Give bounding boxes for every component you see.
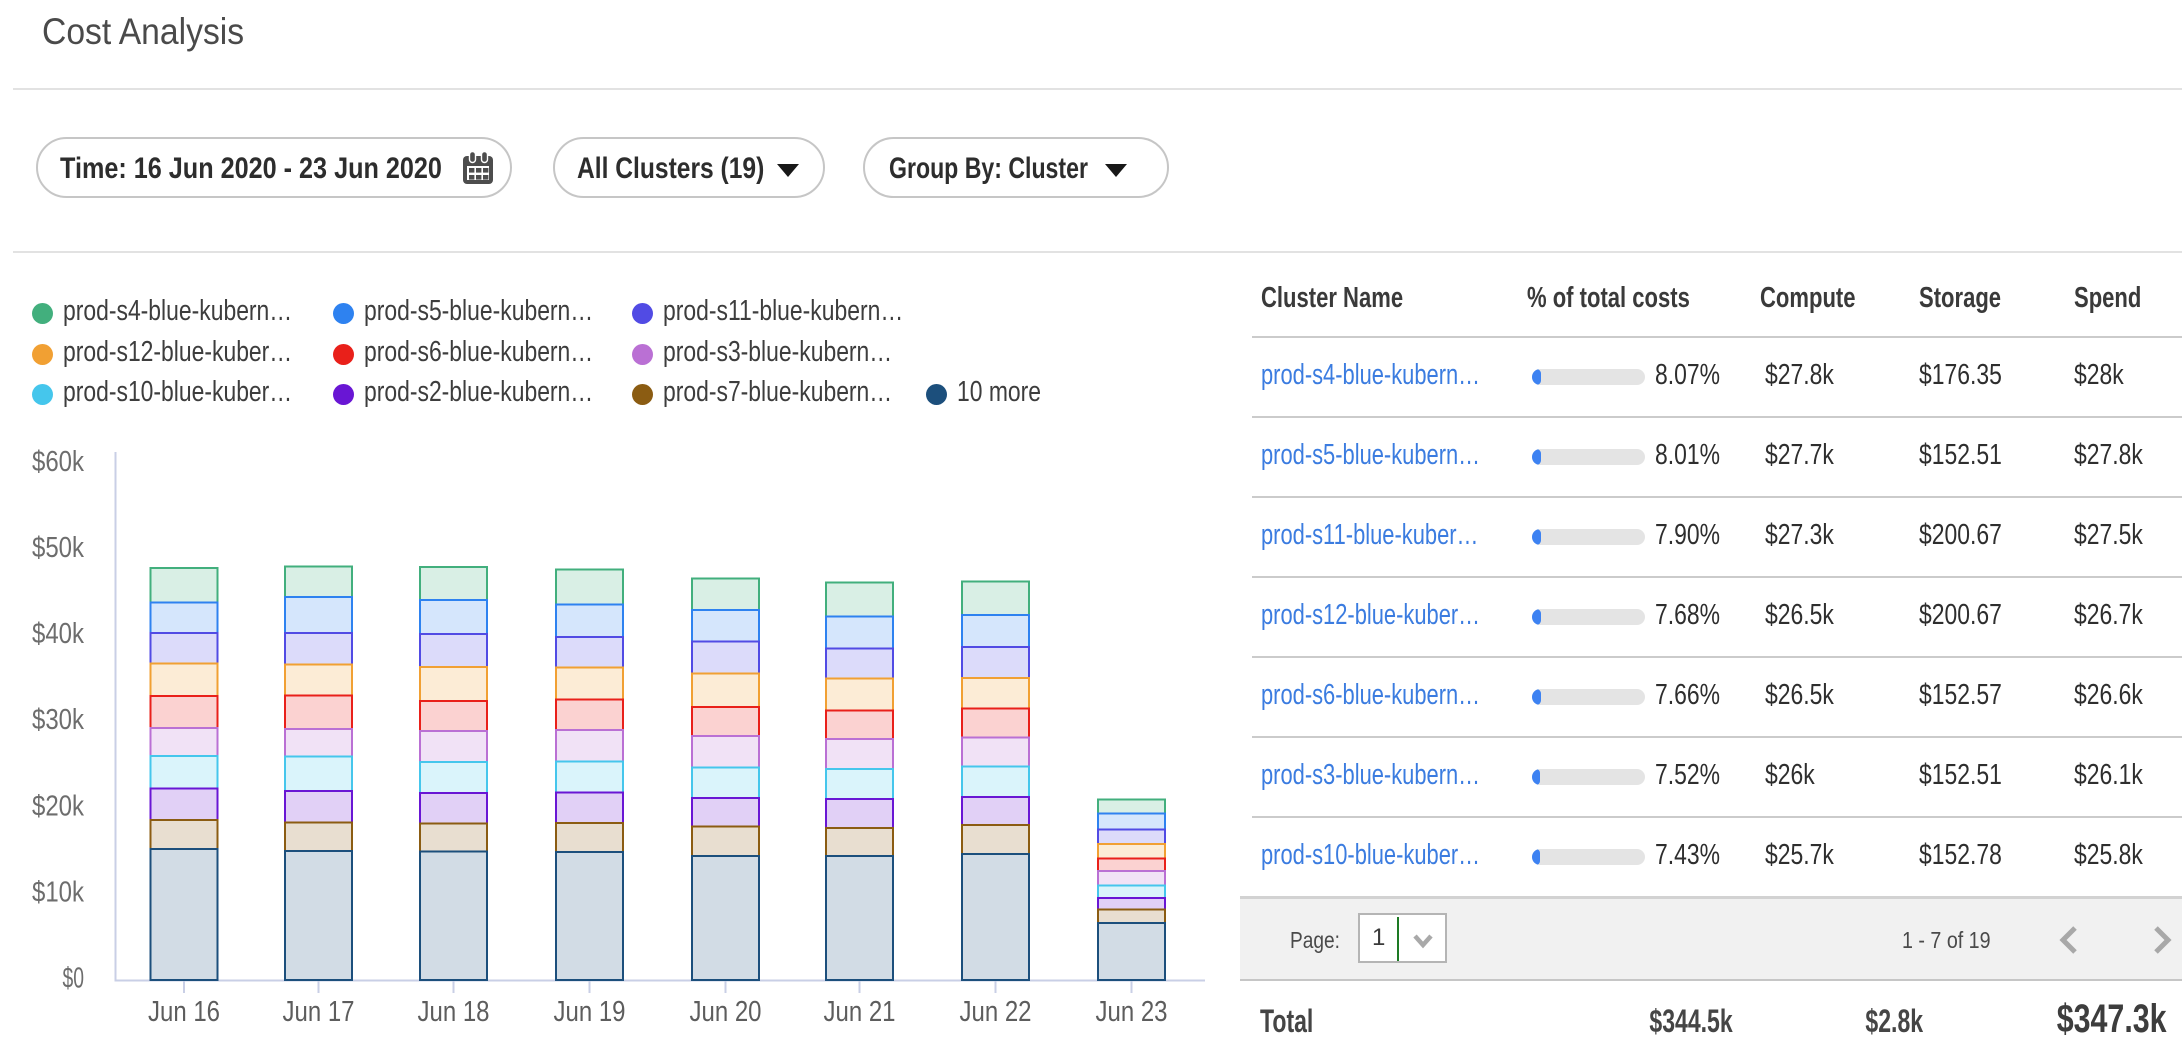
svg-text:Jun 20: Jun 20	[690, 996, 762, 1028]
svg-text:Jun 21: Jun 21	[824, 996, 896, 1028]
svg-text:$10k: $10k	[32, 876, 84, 908]
svg-text:Jun 18: Jun 18	[418, 996, 490, 1028]
svg-text:$30k: $30k	[32, 704, 84, 736]
svg-text:Jun 17: Jun 17	[283, 996, 355, 1028]
svg-text:$50k: $50k	[32, 532, 84, 564]
svg-text:Jun 22: Jun 22	[960, 996, 1032, 1028]
svg-text:$20k: $20k	[32, 790, 84, 822]
svg-text:Jun 23: Jun 23	[1096, 996, 1168, 1028]
svg-text:Jun 19: Jun 19	[554, 996, 626, 1028]
svg-text:Jun 16: Jun 16	[148, 996, 220, 1028]
svg-text:$60k: $60k	[32, 446, 84, 478]
svg-text:$0: $0	[63, 963, 85, 995]
svg-text:$40k: $40k	[32, 618, 84, 650]
